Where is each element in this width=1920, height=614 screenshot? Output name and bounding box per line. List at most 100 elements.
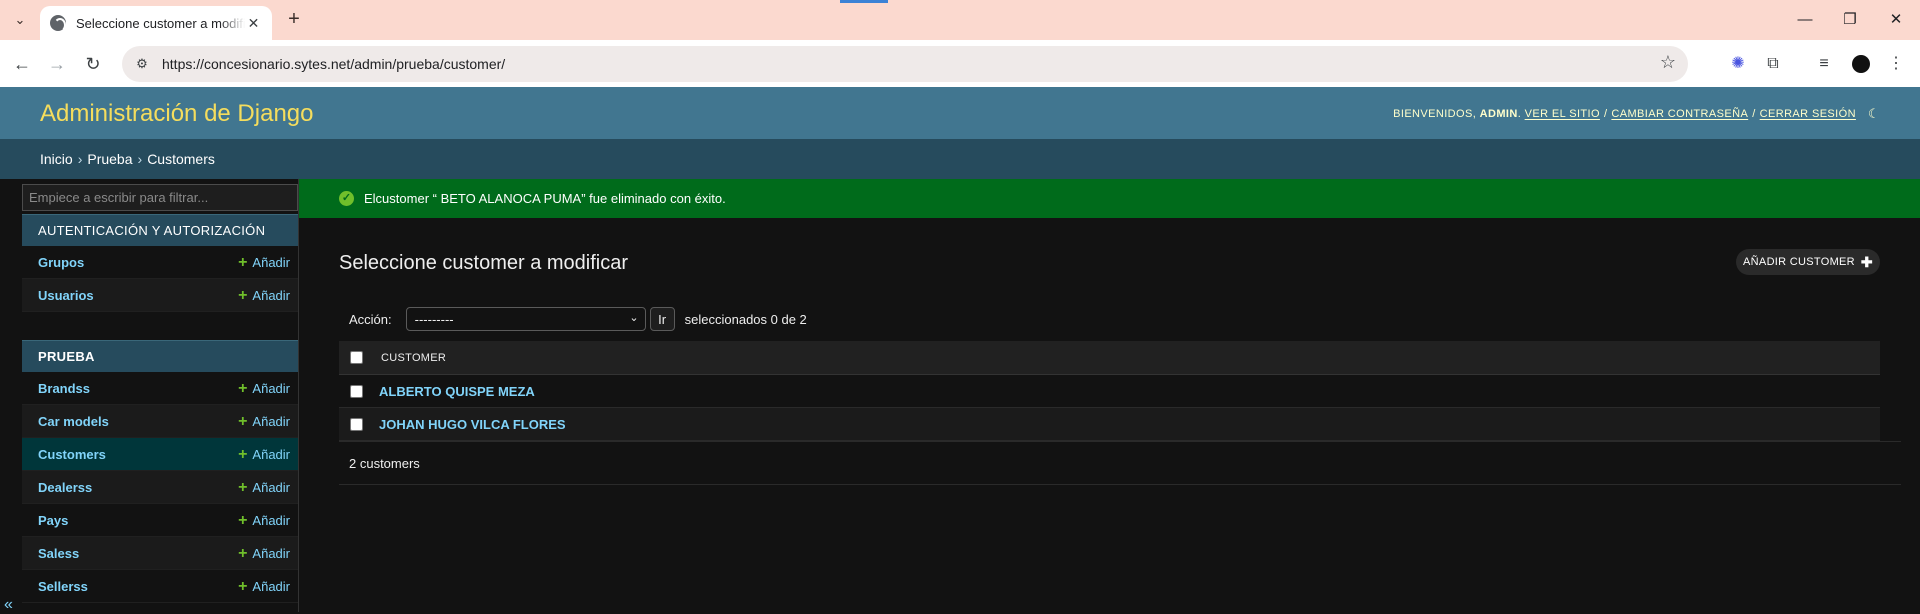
sidebar-item-label[interactable]: Usuarios <box>38 288 94 303</box>
add-customers-link[interactable]: + Añadir <box>238 446 290 462</box>
browser-menu-icon[interactable]: ⋮ <box>1884 52 1908 76</box>
sidebar-item-label[interactable]: Dealerss <box>38 480 92 495</box>
chevron-down-icon: ⌄ <box>629 312 639 324</box>
sidebar-item-pays[interactable]: Pays + Añadir <box>22 504 298 537</box>
add-brandss-link[interactable]: + Añadir <box>238 380 290 396</box>
reload-icon[interactable]: ↻ <box>79 50 107 78</box>
sidebar-item-label[interactable]: Customers <box>38 447 106 462</box>
bookmark-star-icon[interactable]: ☆ <box>1660 52 1676 73</box>
forward-arrow-icon[interactable]: → <box>43 50 71 78</box>
add-label: Añadir <box>252 380 290 396</box>
plus-icon: + <box>238 412 248 430</box>
sidebar-item-label[interactable]: Sellerss <box>38 579 88 594</box>
sidebar-item-customers[interactable]: Customers + Añadir <box>22 438 298 471</box>
module-caption-auth[interactable]: AUTENTICACIÓN Y AUTORIZACIÓN <box>22 214 298 246</box>
collapse-sidebar-icon[interactable]: « <box>4 596 13 614</box>
sidebar-item-brandss[interactable]: Brandss + Añadir <box>22 372 298 405</box>
sidebar-item-usuarios[interactable]: Usuarios + Añadir <box>22 279 298 312</box>
row-checkbox[interactable] <box>350 417 363 431</box>
go-button[interactable]: Ir <box>649 307 675 331</box>
url-text: https://concesionario.sytes.net/admin/pr… <box>162 56 506 72</box>
new-tab-plus-icon[interactable]: + <box>282 8 306 32</box>
close-window-icon[interactable]: ✕ <box>1884 8 1908 32</box>
add-pays-link[interactable]: + Añadir <box>238 511 290 529</box>
tab-search-chevron-icon[interactable]: ⌄ <box>8 8 32 32</box>
plus-icon: ✚ <box>1860 253 1873 270</box>
extensions-puzzle-icon[interactable]: ⧉ <box>1761 52 1785 76</box>
plus-icon: + <box>238 478 248 496</box>
module-caption-prueba[interactable]: PRUEBA <box>22 340 298 372</box>
page-title: Seleccione customer a modificar <box>339 252 629 274</box>
username: ADMIN <box>1479 108 1518 120</box>
browser-tab[interactable]: Seleccione customer a modificar ✕ <box>40 6 272 40</box>
separator: / <box>1603 108 1608 120</box>
add-label: Añadir <box>252 254 290 270</box>
browser-tab-strip: ⌄ Seleccione customer a modificar ✕ + — … <box>0 0 1920 40</box>
plus-icon: + <box>238 511 248 529</box>
sidebar-item-label[interactable]: Car models <box>38 414 109 429</box>
nav-filter-input[interactable] <box>22 184 298 211</box>
minimize-window-icon[interactable]: — <box>1793 8 1817 32</box>
add-dealerss-link[interactable]: + Añadir <box>238 478 290 496</box>
customer-link[interactable]: JOHAN HUGO VILCA FLORES <box>379 417 566 432</box>
add-saless-link[interactable]: + Añadir <box>238 544 290 562</box>
plus-icon: + <box>238 544 248 562</box>
plus-icon: + <box>238 286 248 304</box>
add-label: Añadir <box>252 479 290 495</box>
tab-close-icon[interactable]: ✕ <box>245 15 262 32</box>
nav-sidebar: AUTENTICACIÓN Y AUTORIZACIÓN Grupos +Aña… <box>0 179 299 614</box>
add-sellerss-link[interactable]: + Añadir <box>238 577 290 595</box>
success-check-icon: ✓ <box>339 191 354 206</box>
globe-favicon-icon <box>50 15 66 32</box>
module-auth: AUTENTICACIÓN Y AUTORIZACIÓN Grupos + Aña… <box>22 214 298 312</box>
address-bar[interactable]: ⚙ https://concesionario.sytes.net/admin/… <box>122 46 1688 82</box>
sidebar-item-label[interactable]: Brandss <box>38 381 90 396</box>
change-password-link[interactable]: CAMBIAR CONTRASEÑA <box>1611 108 1748 120</box>
restore-window-icon[interactable]: ❐ <box>1838 8 1862 32</box>
sidebar-item-label[interactable]: Saless <box>38 546 79 561</box>
add-car-models-link[interactable]: + Añadir <box>238 412 290 430</box>
back-arrow-icon[interactable]: ← <box>8 50 36 78</box>
site-info-icon[interactable]: ⚙ <box>128 50 156 78</box>
sidebar-item-saless[interactable]: Saless + Añadir <box>22 537 298 570</box>
column-header-customer[interactable]: CUSTOMER <box>381 352 446 364</box>
actions-bar: Acción: --------- ⌄ Ir seleccionados 0 d… <box>339 305 807 333</box>
extension-sparkle-icon[interactable]: ✺ <box>1726 52 1750 76</box>
theme-toggle-moon-icon[interactable]: ☾ <box>1868 106 1880 122</box>
sidebar-item-dealerss[interactable]: Dealerss + Añadir <box>22 471 298 504</box>
action-selected-value: --------- <box>414 311 454 327</box>
sidebar-item-car-models[interactable]: Car models + Añadir <box>22 405 298 438</box>
success-message: ✓ Elcustomer “ BETO ALANOCA PUMA” fue el… <box>299 179 1920 218</box>
breadcrumb-separator: › <box>137 151 143 167</box>
site-brand[interactable]: Administración de Django <box>40 100 313 128</box>
reading-list-icon[interactable]: ≡ <box>1812 52 1836 76</box>
add-label: Añadir <box>252 287 290 303</box>
plus-icon: + <box>238 577 248 595</box>
add-grupos-link[interactable]: + Añadir <box>238 254 290 270</box>
row-checkbox[interactable] <box>350 384 363 398</box>
browser-toolbar: ← → ↻ ⚙ https://concesionario.sytes.net/… <box>0 40 1920 87</box>
sidebar-item-sellerss[interactable]: Sellerss + Añadir <box>22 570 298 603</box>
add-customer-label: AÑADIR CUSTOMER <box>1743 256 1855 268</box>
sidebar-item-label[interactable]: Pays <box>38 513 68 528</box>
breadcrumb-current: Customers <box>147 151 215 167</box>
table-row: ALBERTO QUISPE MEZA <box>339 375 1880 408</box>
sidebar-item-label[interactable]: Grupos <box>38 255 84 270</box>
customer-link[interactable]: ALBERTO QUISPE MEZA <box>379 384 535 399</box>
view-site-link[interactable]: VER EL SITIO <box>1525 108 1600 120</box>
welcome-text: BIENVENIDOS, <box>1393 108 1477 120</box>
profile-avatar[interactable] <box>1849 52 1873 76</box>
module-prueba: PRUEBA Brandss + Añadir Car models + Añadi… <box>22 340 298 603</box>
breadcrumb-separator: › <box>77 151 83 167</box>
breadcrumb-home[interactable]: Inicio <box>40 151 73 167</box>
logout-link[interactable]: CERRAR SESIÓN <box>1760 108 1856 120</box>
breadcrumb: Inicio › Prueba › Customers <box>0 139 1920 179</box>
add-usuarios-link[interactable]: + Añadir <box>238 286 290 304</box>
sidebar-item-grupos[interactable]: Grupos + Añadir <box>22 246 298 279</box>
add-customer-button[interactable]: AÑADIR CUSTOMER ✚ <box>1736 249 1880 275</box>
admin-header: Administración de Django BIENVENIDOS, AD… <box>0 87 1920 139</box>
select-all-checkbox[interactable] <box>350 351 363 364</box>
separator: / <box>1752 108 1756 120</box>
breadcrumb-app[interactable]: Prueba <box>87 151 132 167</box>
action-select[interactable]: --------- ⌄ <box>405 307 646 331</box>
